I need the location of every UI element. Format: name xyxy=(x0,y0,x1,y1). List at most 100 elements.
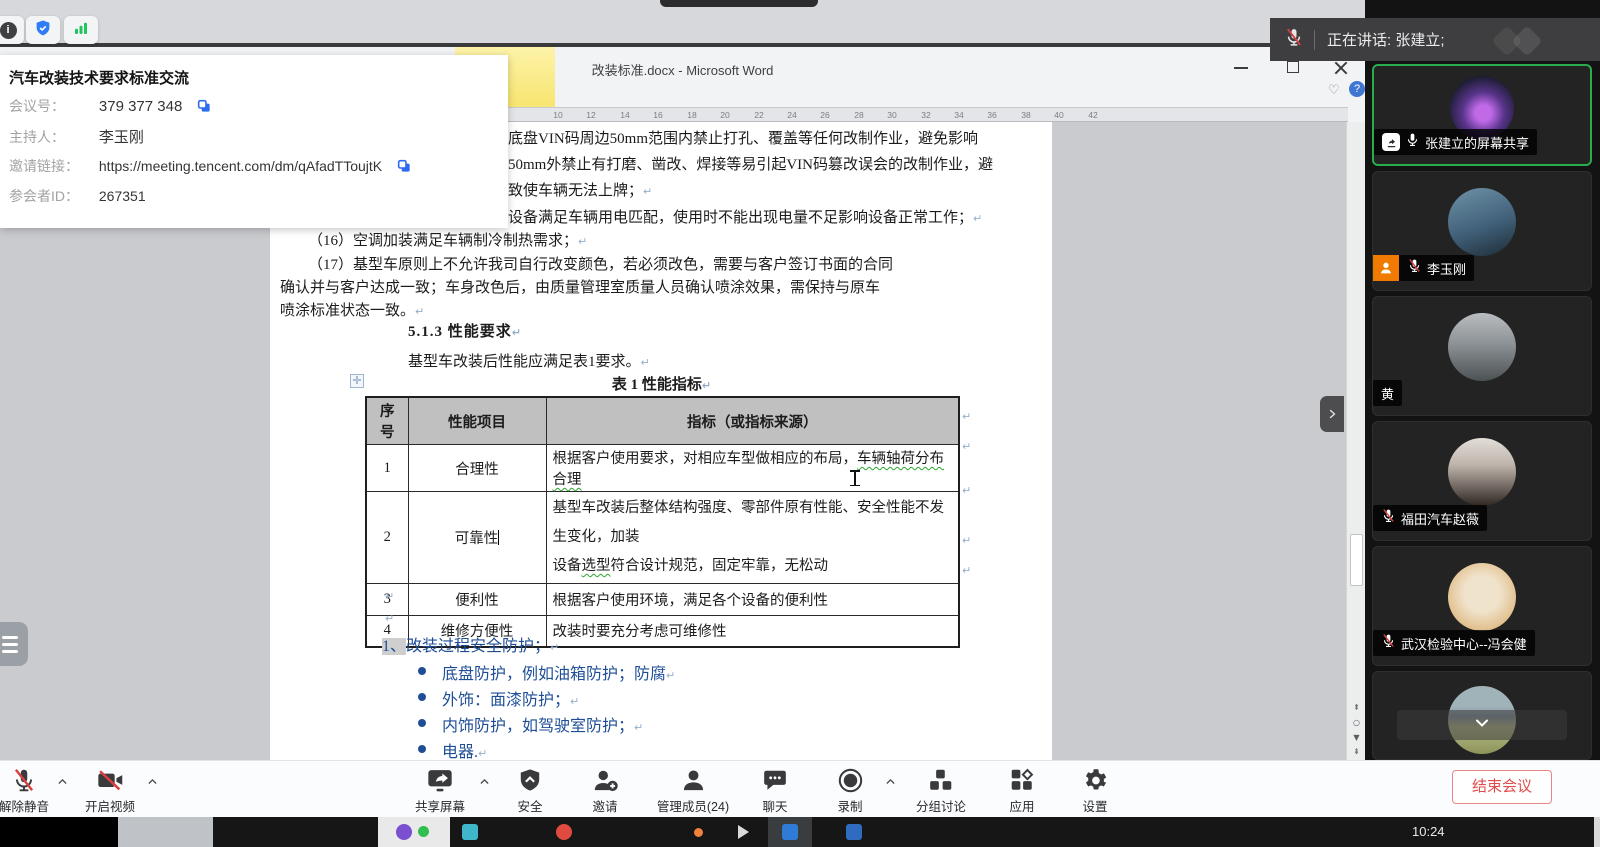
invite-person-icon xyxy=(557,766,653,794)
taskbar-app-icon[interactable] xyxy=(462,824,478,840)
taskbar-active-app[interactable] xyxy=(768,817,812,847)
page-down-icon: ⇟ xyxy=(1347,744,1366,760)
taskbar-purple-app-icon xyxy=(396,824,412,840)
participant-tile[interactable]: 黄 xyxy=(1372,296,1592,416)
participant-id-row: 参会者ID： 267351 xyxy=(9,186,146,206)
ruler-tick: 32 xyxy=(921,110,931,120)
settings-label: 设置 xyxy=(1047,796,1143,815)
empty-paragraph-mark: ↵ xyxy=(385,590,394,603)
doc-intro-line: 基型车改装后性能应满足表1要求。↵ xyxy=(408,350,650,371)
table-row: 3 便利性 根据客户使用环境，满足各个设备的便利性 xyxy=(366,584,959,616)
ruler-tick: 16 xyxy=(654,110,664,120)
screen-share-icon xyxy=(1382,133,1400,151)
meeting-info-button[interactable]: i xyxy=(0,16,24,44)
participant-tile[interactable]: 武汉检验中心--冯会健 xyxy=(1372,546,1592,666)
participant-tile[interactable]: 福田汽车赵薇 xyxy=(1372,421,1592,541)
settings-button[interactable]: 设置 xyxy=(1047,766,1143,815)
taskbar-app-light[interactable] xyxy=(378,817,450,847)
divider xyxy=(1314,30,1315,50)
ruler-tick: 14 xyxy=(620,110,630,120)
show-desktop-sliver[interactable] xyxy=(1594,817,1600,847)
side-menu-handle[interactable] xyxy=(0,622,28,666)
security-status-button[interactable] xyxy=(26,16,60,44)
meeting-app: 改装标准.docx - Microsoft Word 局 ♡ ? 1012141… xyxy=(0,0,1600,847)
ruler-tick: 42 xyxy=(1088,110,1098,120)
sidebar-collapse-handle[interactable] xyxy=(1320,396,1344,432)
network-status-button[interactable] xyxy=(64,16,98,44)
table-row: 2 可靠性 基型车改装后整体结构强度、零部件原有性能、安全性能不发生变化，加装 … xyxy=(366,492,959,584)
word-ruler: 1012141618202224262830323436384042 xyxy=(458,107,1348,122)
bullet-icon xyxy=(418,719,426,727)
taskbar-app-icon[interactable] xyxy=(556,824,572,840)
page-up-icon: ⇞ xyxy=(1347,700,1366,716)
copy-meeting-id-icon[interactable] xyxy=(196,98,212,117)
doc-para17-line3: 喷涂标准状态一致。↵ xyxy=(280,299,424,320)
mic-muted-icon xyxy=(1284,27,1304,52)
taskbar-app-icon[interactable] xyxy=(694,828,703,837)
bullet-item: 外饰：面漆防护；↵ xyxy=(442,686,579,710)
mic-muted-icon xyxy=(1381,633,1396,653)
text-caret xyxy=(498,530,499,545)
table-row: 1 合理性 根据客户使用要求，对相应车型做相应的布局，车辆轴荷分布合理 xyxy=(366,445,959,492)
participant-name: 张建立的屏幕共享 xyxy=(1425,133,1529,152)
bullet-icon xyxy=(418,745,426,753)
invite-link-value[interactable]: https://meeting.tencent.com/dm/qAfadTTou… xyxy=(99,158,382,174)
gear-icon xyxy=(1047,766,1143,794)
mic-muted-icon xyxy=(1407,258,1422,278)
participant-tile[interactable]: 李玉刚 xyxy=(1372,171,1592,291)
participant-id-value: 267351 xyxy=(99,188,146,204)
avatar xyxy=(1448,438,1516,506)
performance-table: 序号 性能项目 指标（或指标来源） 1 合理性 根据客户使用要求，对相应车型做相… xyxy=(365,396,960,648)
doc-para17-line2: 确认并与客户达成一致；车身改色后，由质量管理室质量人员确认喷涂效果，需保持与原车 xyxy=(280,276,880,297)
invite-button[interactable]: 邀请 xyxy=(557,766,653,815)
browse-object-icon: ○ xyxy=(1347,715,1366,731)
doc-paragraphs-clipped: 底盘VIN码周边50mm范围内禁止打孔、覆盖等任何改制作业，避免影响 50mm外… xyxy=(508,126,993,232)
ruler-tick: 40 xyxy=(1055,110,1065,120)
share-screen-icon xyxy=(392,766,488,794)
host-label: 主持人： xyxy=(9,127,95,147)
toolbar-collapse-pill[interactable] xyxy=(660,0,818,7)
speaking-banner: 正在讲话: 张建立; xyxy=(1270,18,1600,61)
video-options-chevron[interactable] xyxy=(146,775,159,793)
invite-label: 邀请 xyxy=(557,796,653,815)
share-screen-button[interactable]: 共享屏幕 xyxy=(392,766,488,815)
th-no: 序号 xyxy=(366,397,408,445)
bullet-icon xyxy=(418,693,426,701)
end-meeting-button[interactable]: 结束会议 xyxy=(1452,770,1552,804)
record-label: 录制 xyxy=(802,796,898,815)
ruler-tick: 38 xyxy=(1021,110,1031,120)
mic-muted-icon xyxy=(1381,508,1396,528)
avatar xyxy=(1448,313,1516,381)
participant-name: 武汉检验中心--冯会健 xyxy=(1401,634,1527,653)
participant-tile-partial[interactable] xyxy=(1372,671,1592,760)
camera-off-icon xyxy=(62,766,158,794)
speaking-text: 正在讲话: 张建立; xyxy=(1327,29,1445,50)
taskbar-app-icon[interactable] xyxy=(846,824,862,840)
doc-heading-513: 5.1.3 性能要求↵ xyxy=(408,320,522,341)
taskbar-green-dot-icon xyxy=(418,826,429,837)
doc-line-16: （16）空调加装满足车辆制冷制热需求；↵ xyxy=(308,229,587,250)
ruler-tick: 24 xyxy=(787,110,797,120)
table-caption: 表 1 性能指标↵ xyxy=(365,373,958,394)
host-badge-icon xyxy=(1373,255,1399,281)
heart-icon: ♡ xyxy=(1328,82,1340,98)
info-icon: i xyxy=(0,22,17,39)
word-scrollbar: ▼ ⇞ ○ ⇟ xyxy=(1346,122,1365,760)
doc-blue-heading: 1、改装过程安全防护；↵ xyxy=(382,632,559,656)
mic-on-icon xyxy=(1405,132,1420,152)
taskbar-play-icon[interactable] xyxy=(738,825,749,839)
participant-id-label: 参会者ID： xyxy=(9,186,95,206)
meeting-id-value: 379 377 348 xyxy=(99,98,182,115)
help-icon: ? xyxy=(1349,81,1365,97)
scroll-participants-button[interactable] xyxy=(1397,710,1567,740)
chevron-down-icon xyxy=(1472,713,1492,738)
participant-name: 黄 xyxy=(1381,384,1394,403)
doc-para17-line1: （17）基型车原则上不允许我司自行改变颜色，若必须改色，需要与客户签订书面的合同 xyxy=(308,253,893,274)
start-video-button[interactable]: 开启视频 xyxy=(62,766,158,815)
copy-invite-link-icon[interactable] xyxy=(396,158,412,177)
ruler-tick: 34 xyxy=(954,110,964,120)
participants-sidebar: 张建立的屏幕共享 李玉刚 黄 xyxy=(1365,0,1600,760)
meeting-title: 汽车改装技术要求标准交流 xyxy=(9,67,189,88)
row-end-mark: ↵ xyxy=(962,564,971,577)
participant-tile-sharing[interactable]: 张建立的屏幕共享 xyxy=(1372,64,1592,166)
